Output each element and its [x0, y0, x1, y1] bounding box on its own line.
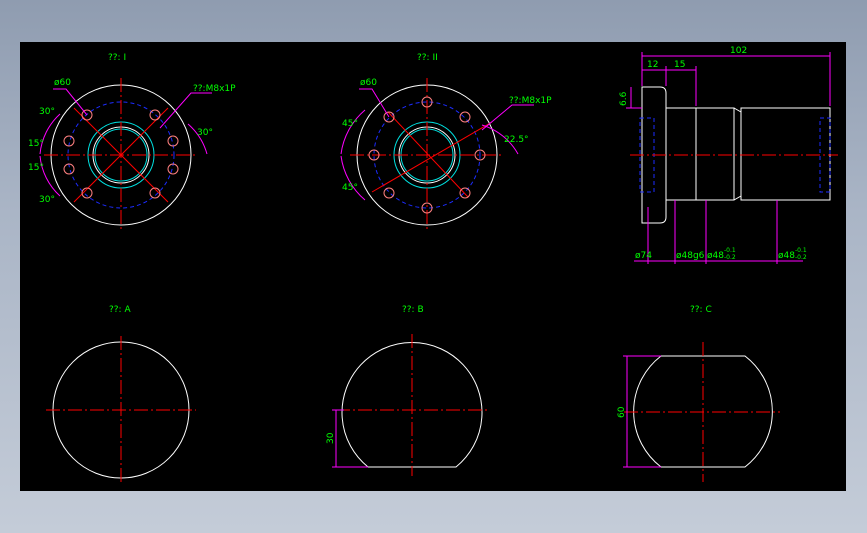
thread-label: ??:M8x1P: [509, 96, 552, 106]
dim-label: 30: [326, 432, 336, 444]
view-ii: ??: II ø60 ??:M8x1P 45° 45° 22.5°: [340, 53, 552, 232]
side-view: 12 15 102 6.6 ø74 ø48g6 ø48 -0.1 -0.2 ø4…: [619, 46, 838, 264]
bolt-hole: [383, 187, 395, 199]
angle-arc: [39, 155, 61, 197]
view-ii-title: ??: II: [417, 53, 438, 63]
thread-label: ??:M8x1P: [193, 84, 236, 94]
view-b: ??: B 30: [326, 305, 488, 476]
dim-label: ø48: [707, 251, 724, 261]
body-section: [695, 107, 735, 201]
angle-label: 15°: [28, 139, 44, 149]
tolerance-lower: -0.2: [795, 254, 807, 261]
body-section: [665, 107, 697, 201]
bolt-hole: [459, 187, 471, 199]
angle-label: 22.5°: [504, 135, 529, 145]
dim-label: 12: [647, 60, 658, 70]
angle-label: 45°: [342, 183, 358, 193]
view-b-title: ??: B: [402, 305, 424, 315]
dia-label: ø60: [54, 78, 71, 88]
view-c-title: ??: C: [690, 305, 712, 315]
bolt-hole: [167, 135, 179, 147]
leader-dia: [53, 88, 88, 116]
dim-label: 6.6: [619, 91, 629, 106]
view-c: ??: C 60: [617, 305, 780, 482]
diag-centerline: [371, 121, 493, 193]
tolerance-upper: -0.1: [795, 247, 807, 254]
leader-dia: [359, 88, 390, 118]
view-i: ??: I ø60 ??:M8x1P 30° 15° 15° 30° 30°: [28, 53, 236, 232]
body-section: [740, 107, 831, 201]
view-a: ??: A: [46, 305, 196, 484]
leader-thread: [481, 104, 534, 131]
angle-label: 30°: [39, 107, 55, 117]
view-a-title: ??: A: [109, 305, 131, 315]
dim-label: 60: [617, 406, 627, 418]
dia-label: ø60: [360, 78, 377, 88]
bolt-hole: [459, 111, 471, 123]
cad-drawing: ??: I ø60 ??:M8x1P 30° 15° 15° 30° 30° ?…: [28, 46, 838, 484]
angle-label: 45°: [342, 119, 358, 129]
view-i-title: ??: I: [108, 53, 126, 63]
dim-label: ø48g6: [676, 251, 705, 261]
groove: [733, 107, 742, 201]
dim-label: 102: [730, 46, 747, 56]
dim-label: 15: [674, 60, 685, 70]
angle-label: 30°: [197, 128, 213, 138]
tolerance-upper: -0.1: [724, 247, 736, 254]
angle-label: 15°: [28, 163, 44, 173]
tolerance-lower: -0.2: [724, 254, 736, 261]
cad-viewport[interactable]: ??: I ø60 ??:M8x1P 30° 15° 15° 30° 30° ?…: [20, 42, 846, 491]
angle-label: 30°: [39, 195, 55, 205]
bolt-hole: [149, 109, 161, 121]
leader-thread: [159, 92, 212, 129]
dim-label: ø48: [778, 251, 795, 261]
dim-label: ø74: [635, 251, 652, 261]
